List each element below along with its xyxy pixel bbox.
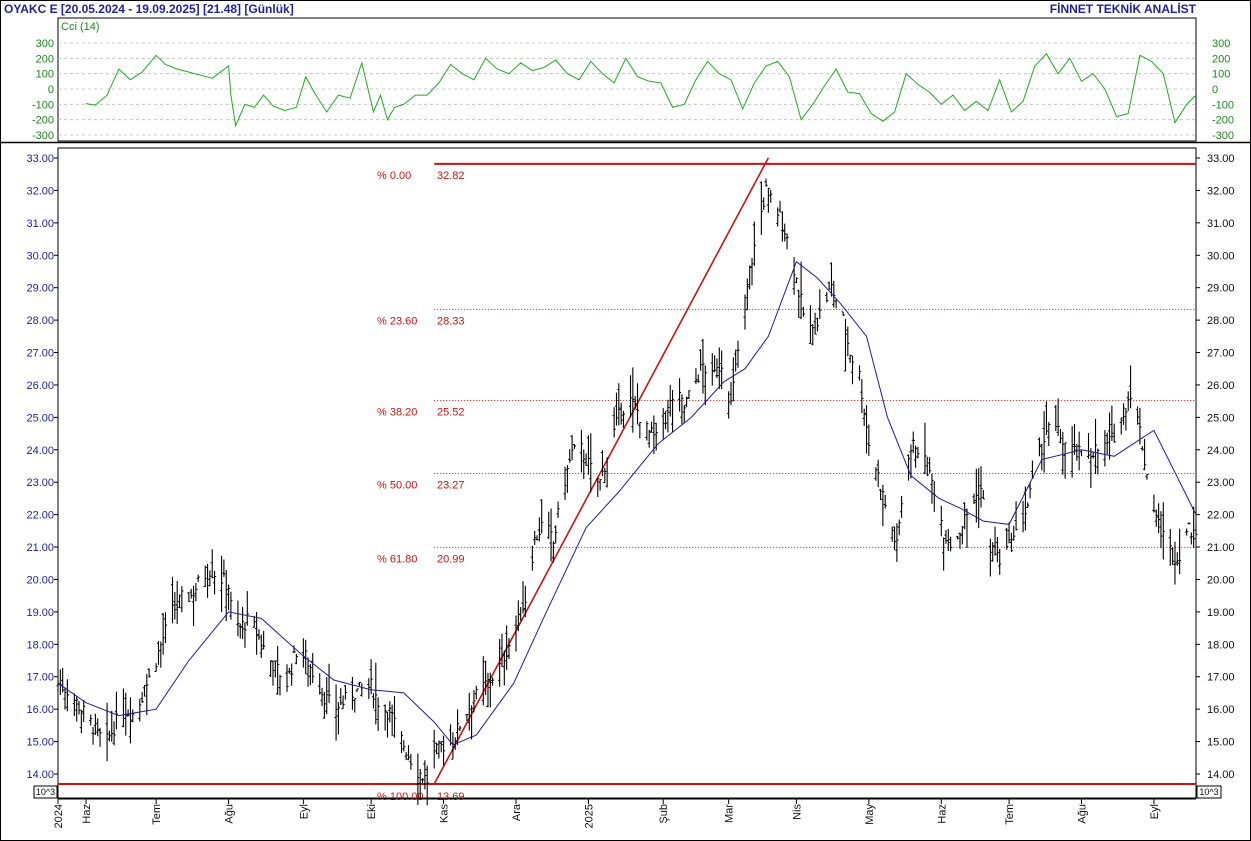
x-tick-label: Eki xyxy=(366,804,378,819)
price-y-tick-label: 28.00 xyxy=(26,315,54,327)
price-y-tick-label: 31.00 xyxy=(26,218,54,230)
price-y-tick-label-right: 19.00 xyxy=(1207,607,1235,619)
price-y-tick-label-right: 33.00 xyxy=(1207,153,1235,165)
x-tick-label: Eyl xyxy=(1149,804,1161,819)
cci-y-tick-label: 300 xyxy=(36,38,54,50)
x-tick-label: Tem xyxy=(151,804,163,825)
x-tick-label: Nis xyxy=(791,804,803,820)
cci-y-tick-label-right: 0 xyxy=(1212,84,1218,96)
price-y-tick-label: 25.00 xyxy=(26,412,54,424)
x-tick-label: Haz xyxy=(81,804,93,824)
fib-level-percent: % 100.00 xyxy=(377,791,423,803)
price-y-tick-label: 30.00 xyxy=(26,250,54,262)
x-tick-label: Haz xyxy=(936,804,948,824)
unit-label-right: 10^3 xyxy=(1199,787,1218,797)
fib-level-percent: % 38.20 xyxy=(377,407,417,419)
cci-y-tick-label-right: -300 xyxy=(1212,130,1234,142)
cci-y-tick-label: 200 xyxy=(36,53,54,65)
cci-y-tick-label: 0 xyxy=(48,84,54,96)
x-tick-label: Ağu xyxy=(1076,804,1088,824)
chart-header: OYAKC E [20.05.2024 - 19.09.2025] [21.48… xyxy=(4,1,1197,16)
fib-level-value: 13.69 xyxy=(437,791,465,803)
price-y-tick-label: 17.00 xyxy=(26,672,54,684)
price-y-tick-label-right: 30.00 xyxy=(1207,250,1235,262)
price-y-tick-label-right: 22.00 xyxy=(1207,510,1235,522)
price-y-tick-label: 32.00 xyxy=(26,185,54,197)
chart-title: OYAKC E [20.05.2024 - 19.09.2025] [21.48… xyxy=(4,2,294,16)
price-y-tick-label-right: 18.00 xyxy=(1207,639,1235,651)
price-y-tick-label-right: 31.00 xyxy=(1207,218,1235,230)
fib-level-value: 32.82 xyxy=(437,170,465,182)
cci-y-tick-label-right: 300 xyxy=(1212,38,1230,50)
price-y-tick-label-right: 17.00 xyxy=(1207,672,1235,684)
unit-label-left: 10^3 xyxy=(36,787,55,797)
cci-y-tick-label-right: -200 xyxy=(1212,115,1234,127)
x-axis: 2024 Haz Tem Ağu Eyl Eki Kas Ara 2025 Şub Mar Nis Ma… xyxy=(53,798,1196,828)
price-y-tick-label-right: 16.00 xyxy=(1207,704,1235,716)
price-y-tick-label-right: 20.00 xyxy=(1207,574,1235,586)
cci-y-axis-right: 300 200 100 0 -100 -200 -300 xyxy=(1212,38,1234,142)
price-y-tick-label-right: 21.00 xyxy=(1207,542,1235,554)
price-y-tick-label-right: 32.00 xyxy=(1207,185,1235,197)
price-y-tick-label: 14.00 xyxy=(26,769,54,781)
x-tick-label: Şub xyxy=(658,804,670,824)
price-y-tick-label: 19.00 xyxy=(26,607,54,619)
fib-level-percent: % 23.60 xyxy=(377,315,417,327)
price-y-tick-label-right: 28.00 xyxy=(1207,315,1235,327)
price-y-tick-label: 23.00 xyxy=(26,477,54,489)
cci-y-tick-label: 100 xyxy=(36,69,54,81)
price-y-tick-label-right: 24.00 xyxy=(1207,445,1235,457)
cci-y-tick-label-right: 200 xyxy=(1212,53,1230,65)
x-axis-ticks: 2024 Haz Tem Ağu Eyl Eki Kas Ara 2025 Şub Mar Nis Ma… xyxy=(53,799,1161,828)
price-y-tick-label-right: 25.00 xyxy=(1207,412,1235,424)
fib-level-value: 28.33 xyxy=(437,315,465,327)
price-y-tick-label: 15.00 xyxy=(26,737,54,749)
price-y-tick-label: 33.00 xyxy=(26,153,54,165)
cci-y-tick-label: -300 xyxy=(32,130,54,142)
brand-label: FİNNET TEKNİK ANALİST xyxy=(1050,1,1197,16)
price-y-tick-label: 24.00 xyxy=(26,445,54,457)
cci-panel: 300 200 100 0 -100 -200 -300 300 200 100 0 -100 -20… xyxy=(32,17,1234,142)
price-panel: 33.00 32.00 31.00 30.00 29.00 28.00 27.00 26.00… xyxy=(26,147,1235,806)
fib-level-percent: % 61.80 xyxy=(377,553,417,565)
cci-y-tick-label-right: -100 xyxy=(1212,99,1234,111)
fib-level-percent: % 50.00 xyxy=(377,479,417,491)
cci-y-axis-left: 300 200 100 0 -100 -200 -300 xyxy=(32,38,54,142)
x-tick-label: Mar xyxy=(724,804,736,823)
x-tick-label: May xyxy=(864,804,876,825)
price-y-tick-label-right: 26.00 xyxy=(1207,380,1235,392)
price-y-axis-right: 33.00 32.00 31.00 30.00 29.00 28.00 27.00 26.00… xyxy=(1196,153,1235,781)
x-tick-label: 2025 xyxy=(583,804,595,828)
x-tick-label: Kas xyxy=(439,804,451,823)
fib-level-value: 20.99 xyxy=(437,553,465,565)
x-tick-label: Ara xyxy=(511,803,523,821)
price-y-tick-label-right: 14.00 xyxy=(1207,769,1235,781)
price-y-tick-label: 29.00 xyxy=(26,283,54,295)
technical-analysis-chart: OYAKC E [20.05.2024 - 19.09.2025] [21.48… xyxy=(0,0,1251,841)
x-tick-label: Eyl xyxy=(298,804,310,819)
price-y-tick-label-right: 15.00 xyxy=(1207,737,1235,749)
fib-level-value: 23.27 xyxy=(437,479,465,491)
price-y-tick-label: 22.00 xyxy=(26,510,54,522)
x-tick-label: 2024 xyxy=(53,804,65,828)
cci-y-tick-label: -100 xyxy=(32,99,54,111)
x-tick-label: Tem xyxy=(1004,804,1016,825)
price-y-tick-label: 18.00 xyxy=(26,639,54,651)
price-y-tick-label-right: 27.00 xyxy=(1207,348,1235,360)
price-y-tick-label: 26.00 xyxy=(26,380,54,392)
price-y-tick-label-right: 23.00 xyxy=(1207,477,1235,489)
price-y-tick-label: 16.00 xyxy=(26,704,54,716)
x-tick-label: Ağu xyxy=(224,804,236,824)
price-y-tick-label: 20.00 xyxy=(26,574,54,586)
price-y-tick-label: 21.00 xyxy=(26,542,54,554)
price-y-axis-left: 33.00 32.00 31.00 30.00 29.00 28.00 27.00 26.00… xyxy=(26,153,58,781)
cci-y-tick-label: -200 xyxy=(32,115,54,127)
price-y-tick-label-right: 29.00 xyxy=(1207,283,1235,295)
price-y-tick-label: 27.00 xyxy=(26,348,54,360)
cci-indicator-label: Cci (14) xyxy=(61,21,100,33)
cci-y-tick-label-right: 100 xyxy=(1212,69,1230,81)
cci-plot-frame xyxy=(57,17,1197,142)
fib-level-percent: % 0.00 xyxy=(377,170,411,182)
fib-level-value: 25.52 xyxy=(437,407,465,419)
